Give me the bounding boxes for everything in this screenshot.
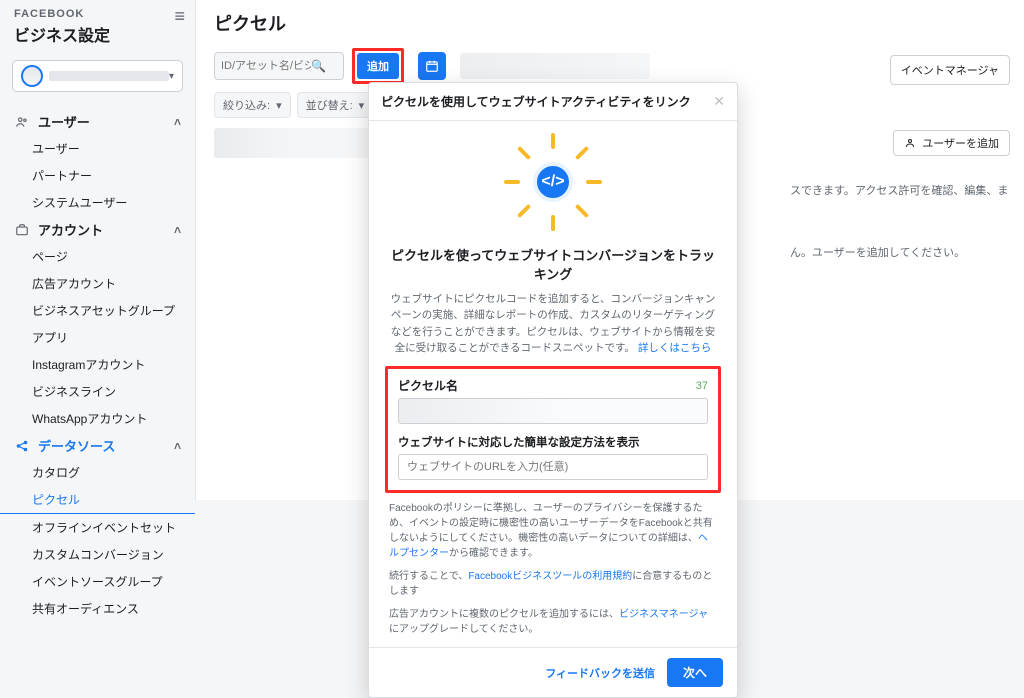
nav-group-label: ユーザー: [38, 112, 90, 131]
caret-icon: ˄: [174, 223, 181, 237]
nav-item-custom-conversions[interactable]: カスタムコンバージョン: [0, 541, 195, 568]
right-text-2: ん。ユーザーを追加してください。: [790, 198, 1010, 260]
nav-group-label: アカウント: [38, 220, 103, 239]
settings-title: ビジネス設定: [14, 22, 181, 46]
modal-header: ピクセルを使用してウェブサイトアクティビティをリンク ✕: [369, 83, 737, 121]
chevron-down-icon: ▾: [359, 99, 365, 112]
right-panel: ユーザーを追加 スできます。アクセス許可を確認、編集、ま ん。ユーザーを追加して…: [790, 130, 1010, 260]
add-user-label: ユーザーを追加: [922, 135, 999, 151]
business-manager-link[interactable]: ビジネスマネージャ: [619, 609, 708, 620]
nav-item-ad-accounts[interactable]: 広告アカウント: [0, 270, 195, 297]
input-highlight: ピクセル名 37 ウェブサイトに対応した簡単な設定方法を表示: [385, 366, 721, 493]
nav-item-system-users[interactable]: システムユーザー: [0, 189, 195, 216]
nav-item-whatsapp[interactable]: WhatsAppアカウント: [0, 405, 195, 432]
terms-link[interactable]: Facebookビジネスツールの利用規約: [468, 571, 632, 582]
next-button[interactable]: 次へ: [667, 658, 723, 687]
add-user-button[interactable]: ユーザーを追加: [893, 130, 1010, 156]
feedback-link[interactable]: フィードバックを送信: [545, 665, 655, 681]
nav-item-offline-events[interactable]: オフラインイベントセット: [0, 514, 195, 541]
nav-item-event-source-groups[interactable]: イベントソースグループ: [0, 568, 195, 595]
user-icon: [904, 137, 916, 149]
create-pixel-modal: ピクセルを使用してウェブサイトアクティビティをリンク ✕ </> ピクセルを使っ…: [368, 82, 738, 698]
caret-icon: ˄: [174, 439, 181, 453]
share-icon: [14, 438, 30, 454]
redacted-block: [460, 53, 650, 79]
calendar-button[interactable]: [418, 52, 446, 80]
close-icon[interactable]: ✕: [713, 93, 725, 110]
account-name-placeholder: [49, 71, 169, 81]
nav-item-business-line[interactable]: ビジネスライン: [0, 378, 195, 405]
account-avatar-icon: [21, 65, 43, 87]
nav-item-instagram[interactable]: Instagramアカウント: [0, 351, 195, 378]
pixel-name-input[interactable]: [398, 398, 708, 424]
website-url-input[interactable]: [398, 454, 708, 480]
page-title: ピクセル: [196, 0, 1024, 48]
users-icon: [14, 114, 30, 130]
website-label: ウェブサイトに対応した簡単な設定方法を表示: [398, 434, 708, 450]
filter-narrow[interactable]: 絞り込み:▾: [214, 92, 291, 118]
nav-item-catalogs[interactable]: カタログ: [0, 459, 195, 486]
modal-subtitle: ピクセルを使ってウェブサイトコンバージョンをトラッキング: [389, 245, 717, 283]
modal-footer: フィードバックを送信 次へ: [369, 647, 737, 697]
sidebar: FACEBOOK ≡ ビジネス設定 ▾ ユーザー ˄ ユーザー パートナー シス…: [0, 0, 196, 500]
modal-description: ウェブサイトにピクセルコードを追加すると、コンバージョンキャンペーンの実施、詳細…: [389, 291, 717, 356]
brand-label: FACEBOOK: [14, 8, 181, 20]
filter-sort[interactable]: 並び替え:▾: [297, 92, 374, 118]
modal-illustration: </>: [369, 121, 737, 233]
add-button-highlight: 追加: [352, 48, 404, 84]
nav-group-datasources[interactable]: データソース ˄: [0, 432, 195, 459]
add-button[interactable]: 追加: [357, 53, 399, 79]
right-text-1: スできます。アクセス許可を確認、編集、ま: [790, 156, 1010, 198]
chevron-down-icon: ▾: [169, 71, 174, 82]
nav-item-pixels[interactable]: ピクセル: [0, 486, 195, 514]
nav-item-users[interactable]: ユーザー: [0, 135, 195, 162]
nav-item-shared-audiences[interactable]: 共有オーディエンス: [0, 595, 195, 622]
events-manager-link[interactable]: イベントマネージャ: [890, 55, 1010, 85]
chevron-down-icon: ▾: [276, 99, 282, 112]
nav-group-users[interactable]: ユーザー ˄: [0, 108, 195, 135]
search-input-wrap[interactable]: 🔍: [214, 52, 344, 80]
nav-item-apps[interactable]: アプリ: [0, 324, 195, 351]
nav-item-asset-groups[interactable]: ビジネスアセットグループ: [0, 297, 195, 324]
briefcase-icon: [14, 222, 30, 238]
nav-item-partners[interactable]: パートナー: [0, 162, 195, 189]
hamburger-icon[interactable]: ≡: [174, 6, 185, 27]
search-icon: 🔍: [311, 59, 326, 73]
nav-group-label: データソース: [38, 436, 115, 455]
calendar-icon: [425, 59, 439, 73]
nav: ユーザー ˄ ユーザー パートナー システムユーザー アカウント ˄ ページ 広…: [0, 102, 195, 628]
policy-text-1: Facebookのポリシーに準拠し、ユーザーのプライバシーを保護するため、イベン…: [389, 501, 717, 561]
nav-item-pages[interactable]: ページ: [0, 243, 195, 270]
code-icon: </>: [533, 162, 573, 202]
learn-more-link[interactable]: 詳しくはこちら: [638, 342, 712, 354]
account-selector[interactable]: ▾: [12, 60, 183, 92]
char-counter: 37: [696, 380, 708, 392]
caret-icon: ˄: [174, 115, 181, 129]
policy-text-3: 広告アカウントに複数のピクセルを追加するには、ビジネスマネージャにアップグレード…: [389, 607, 717, 637]
pixel-name-label: ピクセル名: [398, 377, 458, 394]
search-input[interactable]: [221, 60, 311, 72]
policy-text-2: 続行することで、Facebookビジネスツールの利用規約に合意するものとします: [389, 569, 717, 599]
modal-title: ピクセルを使用してウェブサイトアクティビティをリンク: [381, 93, 691, 110]
nav-group-accounts[interactable]: アカウント ˄: [0, 216, 195, 243]
